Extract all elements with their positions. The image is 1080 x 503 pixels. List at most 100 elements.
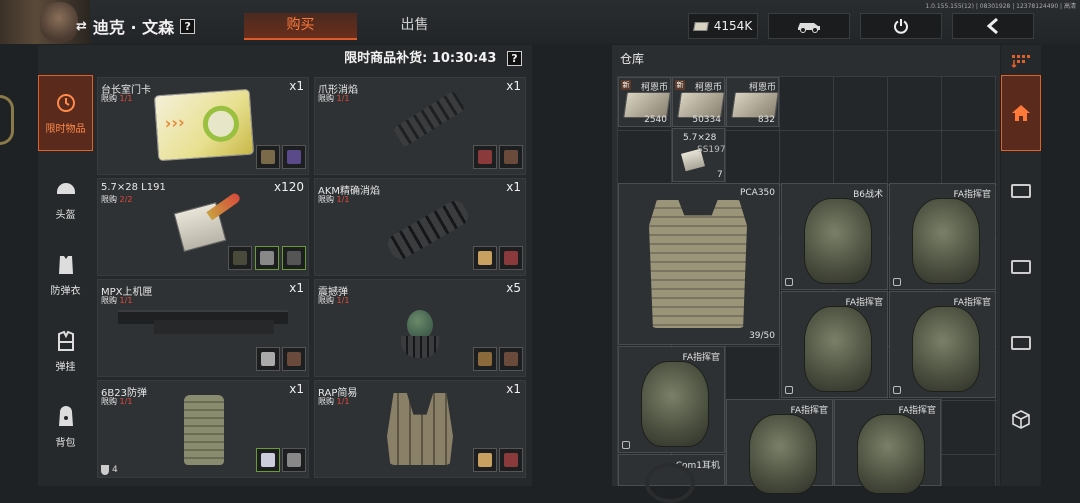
category-sidebar: 限时物品 头盔 防弹衣 弹挂 背包 xyxy=(38,75,94,486)
sort-icon xyxy=(1011,55,1030,69)
requirement-slot xyxy=(228,246,252,270)
shop-item-card[interactable]: 5.7×28 L191 限购 2/2 x120 xyxy=(97,178,309,276)
warehouse-title: 仓库 xyxy=(620,52,645,66)
muzzle-brake-image xyxy=(384,197,472,263)
category-backpack[interactable]: 背包 xyxy=(38,389,93,465)
shop-item-card[interactable]: MPX上机匣 限购 1/1 x1 xyxy=(97,279,309,377)
category-label: 限时物品 xyxy=(45,123,86,135)
new-badge: 新 xyxy=(621,80,631,90)
plate-carrier-image xyxy=(649,200,747,328)
warehouse-tab-home[interactable] xyxy=(1001,75,1041,151)
requirement-slot xyxy=(473,448,497,472)
backpack-image xyxy=(749,414,817,494)
rig-icon xyxy=(55,330,77,352)
requirement-slot xyxy=(282,145,306,169)
warehouse-item[interactable]: B6战术 xyxy=(781,183,888,290)
warehouse-tab-case-1[interactable] xyxy=(1004,176,1038,206)
item-limit: 限购 1/1 xyxy=(318,296,350,305)
shop-item-card[interactable]: 台长室门卡 限购 1/1 x1 ››› xyxy=(97,77,309,175)
category-helmet[interactable]: 头盔 xyxy=(38,161,93,237)
armor-class: 4 xyxy=(101,465,118,475)
player-name-row: ⇄ 迪克 · 文森 ? xyxy=(76,14,196,38)
requirement-slot xyxy=(499,145,523,169)
warehouse-item[interactable]: 柯恩币 832 xyxy=(726,77,779,127)
category-label: 防弹衣 xyxy=(50,285,81,297)
home-icon xyxy=(1012,105,1030,121)
restock-text: 限时商品补货: 10:30:43 xyxy=(344,51,497,66)
backpack-icon xyxy=(55,405,77,428)
vehicle-button[interactable] xyxy=(768,13,850,39)
category-vest[interactable]: 防弹衣 xyxy=(38,237,93,313)
warehouse-item[interactable]: FA指挥官 xyxy=(726,399,833,494)
requirement-slot xyxy=(282,246,306,270)
backpack-icon xyxy=(785,386,793,394)
new-badge: 新 xyxy=(675,80,685,90)
shop-item-card[interactable]: 震撼弹 限购 1/1 x5 xyxy=(314,279,526,377)
cash-icon xyxy=(692,21,709,31)
side-scroll-handle[interactable] xyxy=(0,95,14,145)
item-count: 7 xyxy=(717,170,723,180)
chest-rig-image xyxy=(387,393,453,465)
item-qty: x1 xyxy=(506,382,521,396)
back-button[interactable] xyxy=(952,13,1034,39)
shop-item-card[interactable]: 6B23防弹 限购 1/1 x1 4 xyxy=(97,380,309,478)
warehouse-item[interactable]: FA指挥官 xyxy=(889,291,996,398)
power-button[interactable] xyxy=(860,13,942,39)
backpack-image xyxy=(804,306,872,392)
item-count: 50334 xyxy=(692,115,721,125)
sort-button[interactable] xyxy=(1004,46,1038,76)
warehouse-item[interactable]: 新 柯恩币 50334 xyxy=(672,77,725,127)
category-limited[interactable]: 限时物品 xyxy=(38,75,93,151)
grenade-image xyxy=(401,336,439,358)
shop-item-card[interactable]: 爪形消焰 限购 1/1 x1 xyxy=(314,77,526,175)
item-label: PCA350 xyxy=(739,188,775,198)
backpack-icon xyxy=(893,278,901,286)
warehouse-item[interactable]: 新 柯恩币 2540 xyxy=(618,77,671,127)
warehouse-tab-case-2[interactable] xyxy=(1004,252,1038,282)
requirement-slot xyxy=(499,246,523,270)
requirement-slot xyxy=(473,347,497,371)
armor-vest-image xyxy=(184,395,224,465)
warehouse-item[interactable]: FA指挥官 xyxy=(618,346,725,453)
warehouse-tab-case-3[interactable] xyxy=(1004,328,1038,358)
backpack-icon xyxy=(893,386,901,394)
restock-help-icon[interactable]: ? xyxy=(507,51,522,66)
help-icon[interactable]: ? xyxy=(180,18,196,34)
warehouse-item[interactable]: PCA350 39/50 xyxy=(618,183,780,345)
tab-sell[interactable]: 出售 xyxy=(358,13,471,40)
item-qty: x120 xyxy=(273,180,304,194)
item-label: B6战术 xyxy=(853,190,883,200)
shop-item-card[interactable]: RAP简易 限购 1/1 x1 xyxy=(314,380,526,478)
backpack-icon xyxy=(622,441,630,449)
item-qty: x1 xyxy=(289,281,304,295)
flash-hider-image xyxy=(392,90,466,148)
requirement-slot xyxy=(499,448,523,472)
version-text: 1.0.155.155(12) | 08301928 | 12378124490… xyxy=(925,3,1076,10)
warehouse-item[interactable]: FA指挥官 xyxy=(834,399,941,494)
shop-item-card[interactable]: AKM精确消焰 限购 1/1 x1 xyxy=(314,178,526,276)
tab-buy[interactable]: 购买 xyxy=(244,13,357,40)
swap-icon[interactable]: ⇄ xyxy=(76,19,87,34)
warehouse-item[interactable]: FA指挥官 xyxy=(781,291,888,398)
item-limit: 限购 1/1 xyxy=(101,296,133,305)
headset-image xyxy=(645,463,695,503)
item-count: 832 xyxy=(757,115,775,125)
category-rig[interactable]: 弹挂 xyxy=(38,313,93,389)
keycard-image: ››› xyxy=(153,88,255,162)
requirement-slot xyxy=(282,448,306,472)
requirement-slot xyxy=(256,145,280,169)
warehouse-item[interactable]: 5.7×28 SS197 7 xyxy=(672,128,726,182)
backpack-image xyxy=(857,414,925,494)
item-limit: 限购 1/1 xyxy=(101,397,133,406)
item-count: 2540 xyxy=(644,115,667,125)
item-limit: 限购 1/1 xyxy=(318,397,350,406)
warehouse-tab-box[interactable] xyxy=(1004,404,1038,434)
warehouse-item[interactable]: Com1耳机 xyxy=(618,454,725,503)
warehouse-item[interactable]: FA指挥官 xyxy=(889,183,996,290)
requirement-slot xyxy=(256,448,280,472)
upper-receiver-image xyxy=(154,320,274,334)
item-limit: 限购 1/1 xyxy=(101,94,133,103)
requirement-slot xyxy=(473,145,497,169)
restock-timer: 限时商品补货: 10:30:43 ? xyxy=(40,46,530,72)
item-qty: x5 xyxy=(506,281,521,295)
